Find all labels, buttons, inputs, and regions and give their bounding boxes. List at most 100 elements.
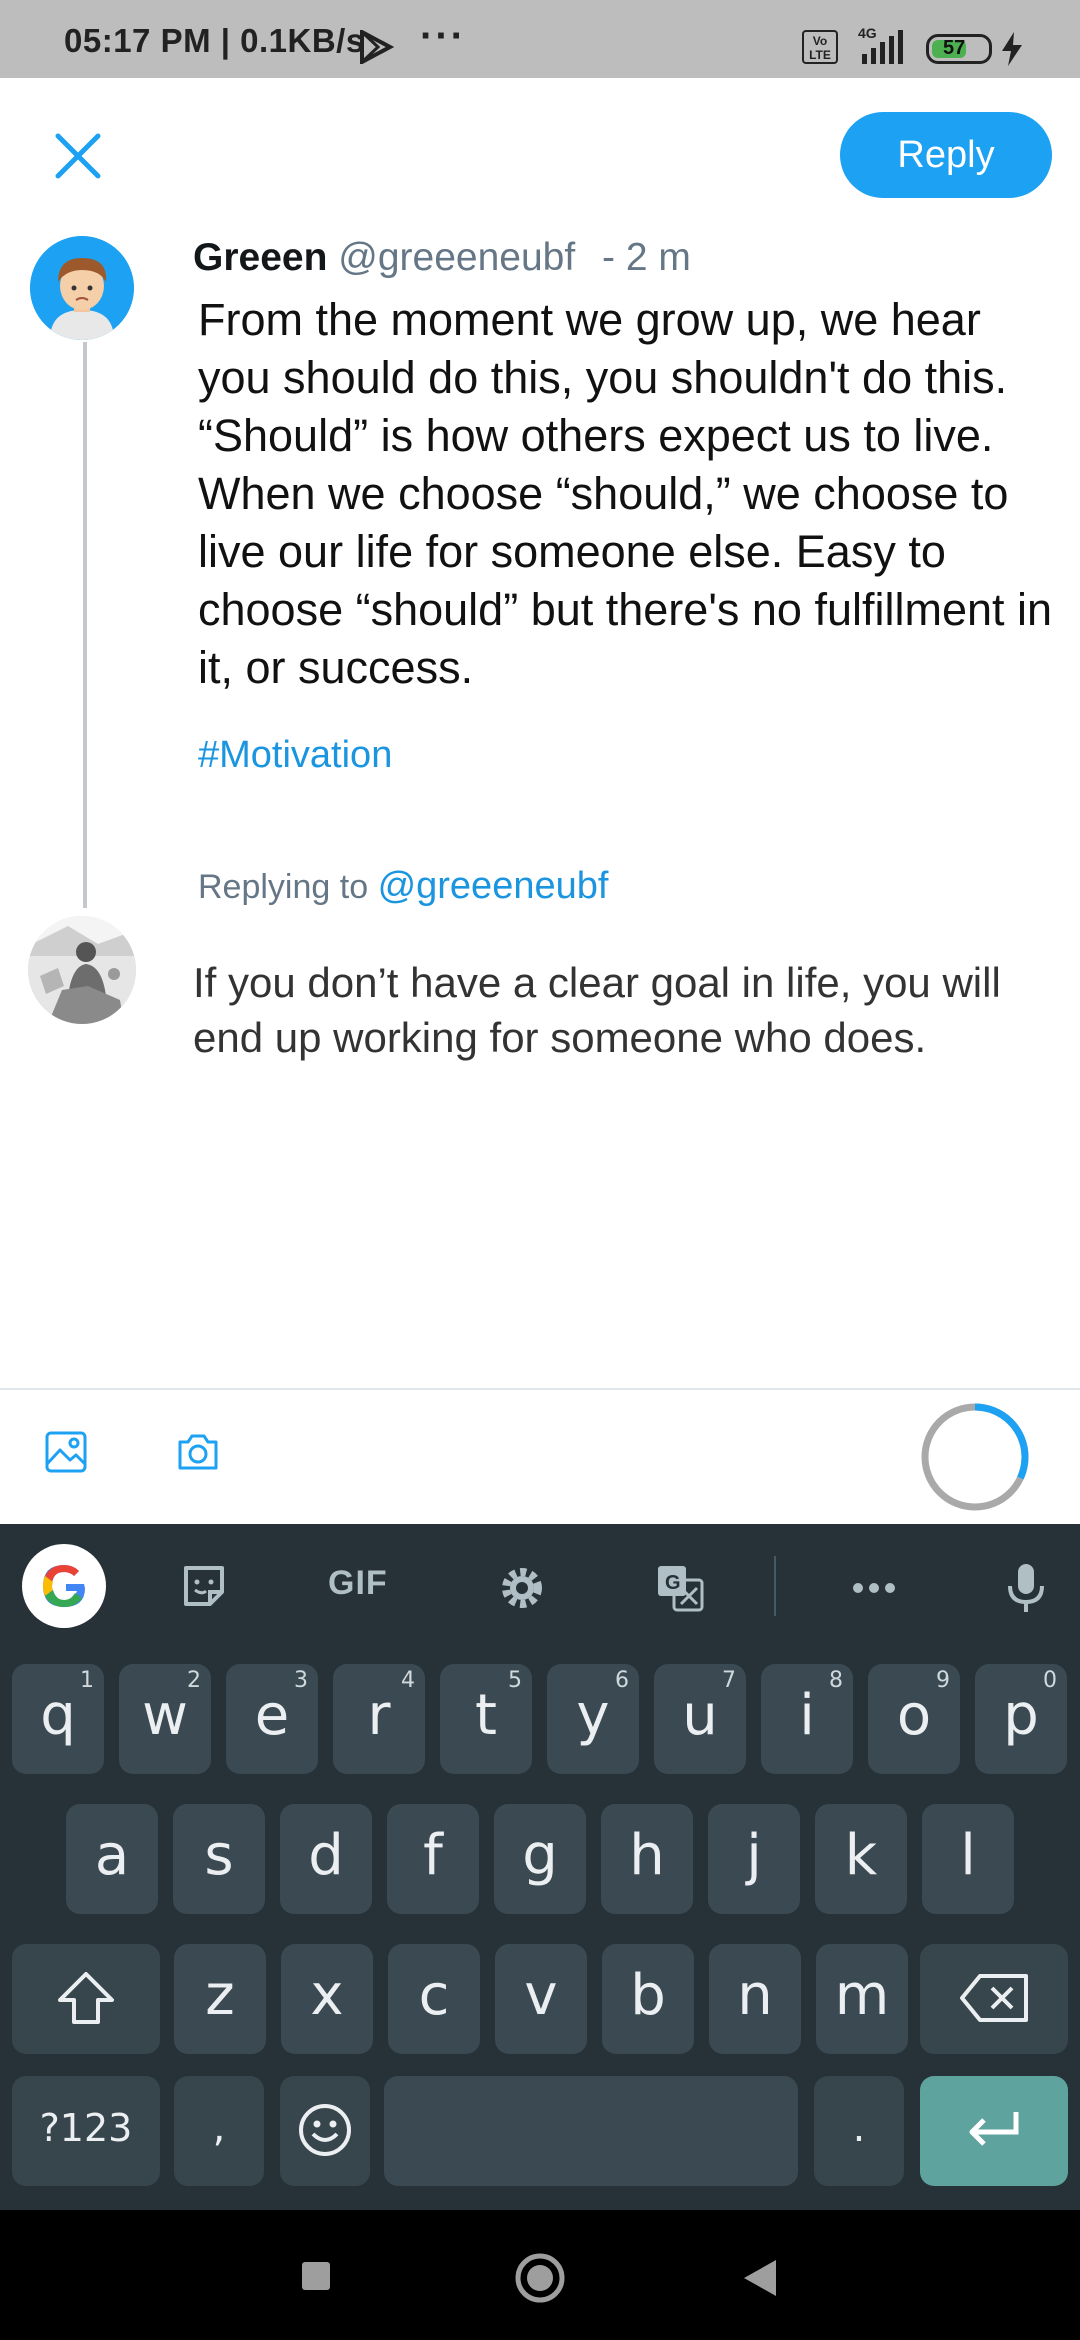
key-label: j <box>746 1823 762 1888</box>
hashtag-link[interactable]: #Motivation <box>198 734 392 777</box>
space-key[interactable] <box>384 2076 798 2186</box>
key-o[interactable]: o9 <box>868 1664 960 1774</box>
key-label: t <box>475 1683 497 1748</box>
navigation-bar <box>0 2210 1080 2340</box>
replying-to-label: Replying to <box>198 868 369 906</box>
play-store-icon <box>360 30 394 64</box>
key-label: y <box>576 1683 610 1748</box>
microphone-icon[interactable] <box>1006 1562 1046 1614</box>
author-name: Greeen <box>193 236 328 279</box>
more-notifications-icon: ··· <box>420 14 466 58</box>
sticker-icon[interactable] <box>180 1562 228 1610</box>
key-p[interactable]: p0 <box>975 1664 1067 1774</box>
key-z[interactable]: z <box>174 1944 266 2054</box>
enter-key[interactable] <box>920 2076 1068 2186</box>
key-label: a <box>94 1823 130 1888</box>
replying-to-handle[interactable]: @greeeneubf <box>378 865 609 907</box>
battery-icon: 57 <box>926 34 992 64</box>
camera-icon[interactable] <box>176 1430 220 1474</box>
recent-apps-icon[interactable] <box>300 2260 332 2292</box>
close-icon[interactable] <box>52 130 104 182</box>
key-s[interactable]: s <box>173 1804 265 1914</box>
key-label: k <box>844 1823 878 1888</box>
key-g[interactable]: g <box>494 1804 586 1914</box>
key-hint: 9 <box>936 1668 950 1693</box>
comma-key[interactable]: , <box>174 2076 264 2186</box>
key-hint: 3 <box>294 1668 308 1693</box>
key-u[interactable]: u7 <box>654 1664 746 1774</box>
key-r[interactable]: r4 <box>333 1664 425 1774</box>
network-type: 4G <box>858 25 877 41</box>
signal-icon: 4G <box>858 25 903 64</box>
tweet-header: Greeen @greeeneubf - 2 m <box>193 236 691 280</box>
user-avatar[interactable] <box>28 916 136 1024</box>
key-label: l <box>960 1823 976 1888</box>
settings-gear-icon[interactable] <box>496 1562 548 1614</box>
key-v[interactable]: v <box>495 1944 587 2054</box>
image-icon[interactable] <box>44 1430 88 1474</box>
key-f[interactable]: f <box>387 1804 479 1914</box>
back-icon[interactable] <box>742 2258 778 2298</box>
key-label: v <box>524 1963 558 2028</box>
key-t[interactable]: t5 <box>440 1664 532 1774</box>
author-avatar[interactable] <box>30 236 134 340</box>
tweet-time: - 2 m <box>602 236 691 279</box>
key-hint: 6 <box>615 1668 629 1693</box>
symbols-key[interactable]: ?123 <box>12 2076 160 2186</box>
backspace-key[interactable] <box>920 1944 1068 2054</box>
key-hint: 0 <box>1043 1668 1057 1693</box>
key-label: n <box>737 1963 773 2028</box>
key-i[interactable]: i8 <box>761 1664 853 1774</box>
key-hint: 7 <box>722 1668 736 1693</box>
home-icon[interactable] <box>514 2252 566 2304</box>
thread-connector <box>83 342 87 908</box>
key-m[interactable]: m <box>816 1944 908 2054</box>
period-key[interactable]: . <box>814 2076 904 2186</box>
key-a[interactable]: a <box>66 1804 158 1914</box>
key-label: m <box>834 1963 890 2028</box>
charging-icon <box>1002 32 1022 66</box>
key-k[interactable]: k <box>815 1804 907 1914</box>
volte-icon: Vo LTE <box>802 30 838 64</box>
key-hint: 8 <box>829 1668 843 1693</box>
more-options-icon[interactable] <box>848 1562 900 1614</box>
translate-icon[interactable]: G <box>654 1562 706 1614</box>
key-n[interactable]: n <box>709 1944 801 2054</box>
gif-button[interactable]: GIF <box>328 1564 388 1603</box>
key-label: o <box>896 1683 932 1748</box>
reply-button[interactable]: Reply <box>840 112 1052 198</box>
author-handle: @greeeneubf <box>338 236 576 279</box>
key-label: d <box>308 1823 344 1888</box>
key-label: r <box>367 1683 391 1748</box>
key-b[interactable]: b <box>602 1944 694 2054</box>
key-y[interactable]: y6 <box>547 1664 639 1774</box>
key-label: u <box>682 1683 718 1748</box>
key-label: g <box>522 1823 558 1888</box>
key-label: x <box>310 1963 344 2028</box>
key-c[interactable]: c <box>388 1944 480 2054</box>
toolbar-divider <box>0 1388 1080 1390</box>
key-h[interactable]: h <box>601 1804 693 1914</box>
key-j[interactable]: j <box>708 1804 800 1914</box>
key-label: f <box>423 1823 443 1888</box>
key-d[interactable]: d <box>280 1804 372 1914</box>
battery-level: 57 <box>943 37 966 59</box>
status-bar: 05:17 PM | 0.1KB/s ··· Vo LTE 4G 57 <box>0 0 1080 78</box>
shift-key[interactable] <box>12 1944 160 2054</box>
key-label: c <box>418 1963 450 2028</box>
key-label: h <box>629 1823 665 1888</box>
key-hint: 1 <box>80 1668 94 1693</box>
reply-draft-input[interactable]: If you don’t have a clear goal in life, … <box>193 955 1053 1065</box>
key-x[interactable]: x <box>281 1944 373 2054</box>
emoji-key[interactable] <box>280 2076 370 2186</box>
key-e[interactable]: e3 <box>226 1664 318 1774</box>
key-q[interactable]: q1 <box>12 1664 104 1774</box>
key-label: s <box>204 1823 234 1888</box>
key-l[interactable]: l <box>922 1804 1014 1914</box>
key-label: w <box>142 1683 188 1748</box>
key-w[interactable]: w2 <box>119 1664 211 1774</box>
key-label: p <box>1003 1683 1039 1748</box>
replying-to: Replying to @greeeneubf <box>198 865 608 908</box>
status-time: 05:17 PM | 0.1KB/s <box>64 22 365 59</box>
google-search-icon[interactable] <box>22 1544 106 1628</box>
